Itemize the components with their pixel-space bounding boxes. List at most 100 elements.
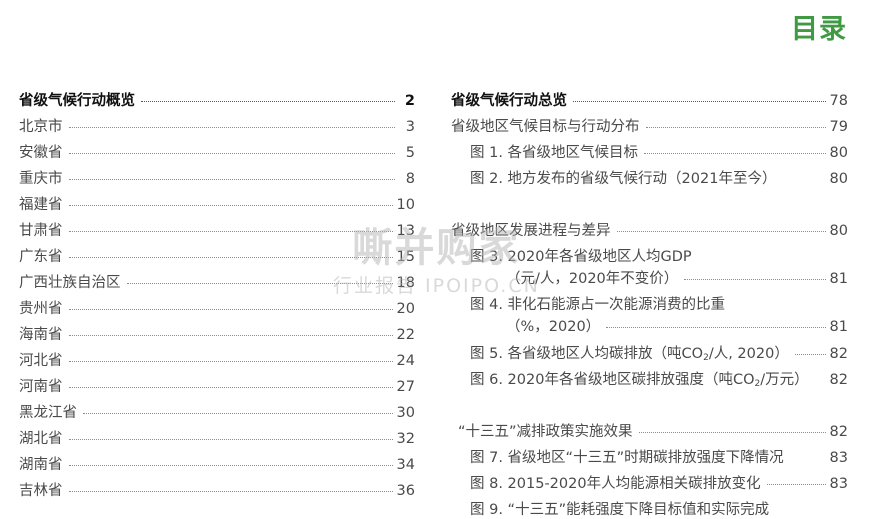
toc-entry-label: 图 6. 2020年各省级地区碳排放强度（吨CO2/万元）	[470, 372, 809, 389]
toc-entry-figure-partial[interactable]: 图 9. “十三五”能耗强度下降目标值和实际完成	[470, 501, 848, 519]
dot-leader	[68, 230, 393, 232]
dot-leader	[606, 326, 826, 328]
toc-entry[interactable]: 北京市 3	[19, 118, 415, 136]
dot-leader	[638, 431, 826, 433]
toc-entry-label: 广东省	[19, 249, 63, 265]
toc-entry-figure[interactable]: 图 2. 地方发布的省级气候行动（2021年至今） 80	[470, 170, 848, 188]
toc-entry[interactable]: 广东省 15	[19, 248, 415, 266]
toc-entry-page: 30	[396, 405, 415, 421]
dot-leader	[684, 278, 826, 280]
toc-entry-label: 北京市	[19, 119, 63, 135]
toc-entry-figure[interactable]: 图 8. 2015-2020年人均能源相关碳排放变化 83	[470, 475, 848, 493]
toc-entry-page: 2	[404, 93, 415, 109]
toc-entry[interactable]: 河南省 27	[19, 378, 415, 396]
dot-leader	[645, 126, 826, 128]
toc-entry-page: 80	[829, 145, 848, 161]
toc-entry-label: 图 2. 地方发布的省级气候行动（2021年至今）	[470, 171, 777, 187]
toc-entry-figure[interactable]: 图 6. 2020年各省级地区碳排放强度（吨CO2/万元） 82	[470, 371, 848, 393]
toc-entry-page: 81	[829, 271, 848, 287]
toc-entry-page: 15	[396, 249, 415, 265]
dot-leader	[83, 412, 393, 414]
toc-entry-figure-line1[interactable]: 图 3. 2020年各省级地区人均GDP	[470, 248, 848, 266]
toc-entry-section[interactable]: “十三五”减排政策实施效果 82	[458, 423, 848, 441]
toc-entry-label: 图 5. 各省级地区人均碳排放（吨CO2/人, 2020）	[470, 346, 789, 363]
toc-entry[interactable]: 广西壮族自治区 18	[19, 274, 415, 292]
toc-entry-label: （%，2020）	[506, 319, 601, 335]
dot-leader	[68, 178, 395, 180]
toc-entry-page: 8	[405, 171, 415, 187]
toc-entry-page: 82	[829, 424, 848, 440]
dot-leader	[782, 179, 825, 180]
dot-leader	[68, 308, 393, 310]
toc-entry-page: 18	[396, 275, 415, 291]
dot-leader	[616, 230, 826, 232]
toc-entry-section[interactable]: 省级地区发展进程与差异 80	[451, 222, 848, 240]
dot-leader	[68, 152, 395, 154]
toc-entry-page: 81	[829, 319, 848, 335]
toc-entry-page: 22	[396, 327, 415, 343]
toc-entry-overview[interactable]: 省级气候行动总览 78	[451, 92, 848, 110]
toc-entry-page: 83	[829, 450, 848, 466]
toc-entry-label: 甘肃省	[19, 223, 63, 239]
toc-entry-label: 广西壮族自治区	[19, 275, 121, 291]
toc-entry-label: 吉林省	[19, 483, 63, 499]
toc-entry-label: 黑龙江省	[19, 405, 77, 421]
dot-leader	[68, 386, 393, 388]
toc-entry[interactable]: 省级气候行动概览 2	[19, 92, 415, 110]
dot-leader	[573, 100, 826, 102]
toc-title: 目录	[791, 14, 847, 45]
toc-entry-figure[interactable]: 图 7. 省级地区“十三五”时期碳排放强度下降情况 83	[470, 449, 848, 467]
dot-leader	[68, 490, 393, 492]
toc-entry-page: 83	[829, 476, 848, 492]
toc-entry-label: 省级地区气候目标与行动分布	[451, 119, 640, 135]
toc-entry[interactable]: 安徽省 5	[19, 144, 415, 162]
toc-entry[interactable]: 贵州省 20	[19, 300, 415, 318]
dot-leader	[68, 204, 393, 206]
toc-entry-label: 河南省	[19, 379, 63, 395]
toc-entry-figure-line1[interactable]: 图 4. 非化石能源占一次能源消费的比重	[470, 296, 848, 314]
toc-entry-page: 3	[405, 119, 415, 135]
dot-leader	[815, 380, 826, 381]
toc-entry-page: 20	[396, 301, 415, 317]
toc-entry-label: 重庆市	[19, 171, 63, 187]
toc-entry[interactable]: 湖北省 32	[19, 430, 415, 448]
toc-entry-figure[interactable]: 图 1. 各省级地区气候目标 80	[470, 144, 848, 162]
toc-entry[interactable]: 甘肃省 13	[19, 222, 415, 240]
dot-leader	[68, 126, 395, 128]
dot-leader	[68, 256, 393, 258]
toc-entry-figure[interactable]: 图 5. 各省级地区人均碳排放（吨CO2/人, 2020） 82	[470, 345, 848, 367]
toc-entry-page: 27	[396, 379, 415, 395]
toc-entry-page: 80	[829, 171, 848, 187]
toc-entry-page: 80	[829, 223, 848, 239]
toc-entry[interactable]: 吉林省 36	[19, 482, 415, 500]
toc-entry-label: 海南省	[19, 327, 63, 343]
toc-entry[interactable]: 河北省 24	[19, 352, 415, 370]
toc-entry-label: 省级气候行动总览	[451, 93, 567, 109]
dot-leader	[68, 438, 393, 440]
dot-leader	[644, 152, 826, 154]
toc-entry-label: 贵州省	[19, 301, 63, 317]
toc-entry-label: （元/人，2020年不变价）	[506, 271, 679, 287]
dot-leader	[68, 360, 393, 362]
toc-entry[interactable]: 湖南省 34	[19, 456, 415, 474]
dot-leader	[68, 464, 393, 466]
toc-entry-section[interactable]: 省级地区气候目标与行动分布 79	[451, 118, 848, 136]
dot-leader	[141, 100, 395, 102]
toc-entry[interactable]: 黑龙江省 30	[19, 404, 415, 422]
toc-entry-label: 湖北省	[19, 431, 63, 447]
toc-entry-label: 福建省	[19, 197, 63, 213]
toc-entry[interactable]: 福建省 10	[19, 196, 415, 214]
toc-entry-page: 36	[396, 483, 415, 499]
toc-entry-label: 图 9. “十三五”能耗强度下降目标值和实际完成	[470, 502, 770, 518]
toc-entry-label: 图 7. 省级地区“十三五”时期碳排放强度下降情况	[470, 450, 784, 466]
toc-entry-label: 省级气候行动概览	[19, 93, 135, 109]
toc-entry[interactable]: 海南省 22	[19, 326, 415, 344]
toc-entry-label: 图 1. 各省级地区气候目标	[470, 145, 639, 161]
toc-entry-label: 省级地区发展进程与差异	[451, 223, 611, 239]
toc-entry-page: 32	[396, 431, 415, 447]
toc-entry-figure-line2[interactable]: （元/人，2020年不变价） 81	[506, 270, 848, 288]
toc-entry-figure-line2[interactable]: （%，2020） 81	[506, 318, 848, 336]
toc-entry[interactable]: 重庆市 8	[19, 170, 415, 188]
toc-entry-page: 82	[829, 372, 848, 388]
dot-leader	[766, 483, 826, 485]
